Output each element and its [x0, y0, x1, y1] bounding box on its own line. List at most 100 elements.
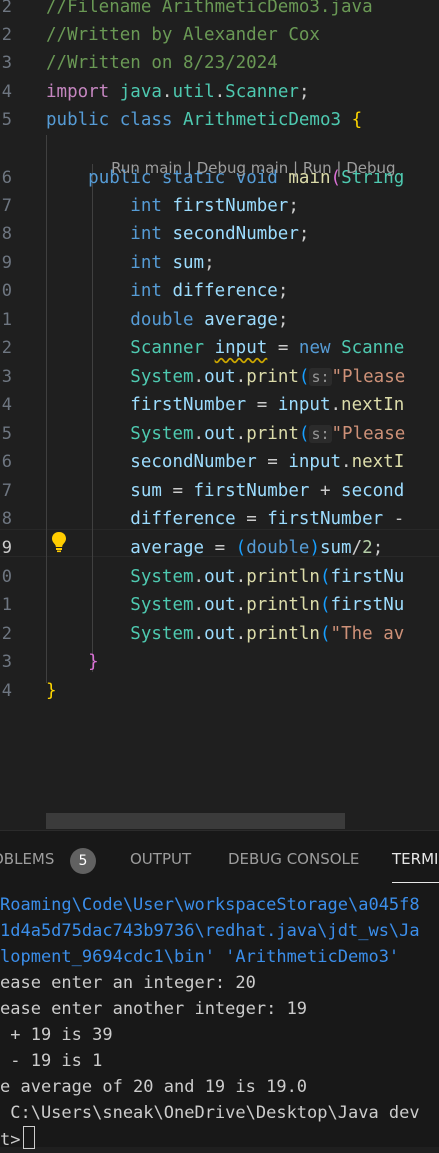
- code-token: .: [193, 624, 205, 644]
- active-tab-indicator: [392, 882, 439, 883]
- code-line[interactable]: 3 }: [0, 648, 439, 676]
- line-number: 0: [1, 281, 12, 301]
- code-token: "Please: [331, 367, 406, 387]
- code-line[interactable]: 1 System.out.println(firstNu: [0, 591, 439, 619]
- code-line[interactable]: 2 Scanner input = new Scanne: [0, 334, 439, 362]
- code-token: .: [235, 595, 247, 615]
- code-token: //Written by Alexander Cox: [46, 25, 320, 45]
- code-token: .: [193, 367, 205, 387]
- code-text: int secondNumber;: [46, 220, 309, 248]
- horizontal-scrollbar[interactable]: [46, 813, 345, 829]
- terminal-line: t>: [0, 1126, 36, 1152]
- code-text: double average;: [46, 306, 288, 334]
- lightbulb-icon[interactable]: [51, 531, 67, 553]
- code-token: sum: [319, 538, 352, 558]
- code-token: average: [130, 538, 205, 558]
- line-number: 3: [1, 367, 12, 387]
- codelens-run[interactable]: Run: [303, 159, 332, 177]
- code-line[interactable]: 7 sum = firstNumber + second: [0, 477, 439, 505]
- code-token: -: [383, 509, 405, 529]
- code-editor[interactable]: 2 //Filename ArithmeticDemo3.java 2 //Writt…: [0, 0, 439, 830]
- codelens-debug[interactable]: Debug: [346, 159, 395, 177]
- code-token: .: [193, 595, 205, 615]
- code-line[interactable]: 4}: [0, 677, 439, 705]
- code-token: (: [298, 424, 310, 444]
- code-text: //Written by Alexander Cox: [46, 21, 320, 49]
- code-line[interactable]: 0 System.out.println(firstNu: [0, 563, 439, 591]
- code-token: ;: [372, 538, 384, 558]
- terminal-line: + 19 is 39: [0, 1022, 112, 1048]
- terminal-line: C:\Users\sneak\OneDrive\Desktop\Java dev: [0, 1100, 420, 1126]
- line-number: 8: [1, 224, 12, 244]
- tab-problems[interactable]: OBLEMS: [0, 850, 54, 868]
- code-token: int: [130, 196, 162, 216]
- code-token: //Written on 8/23/2024: [46, 53, 278, 73]
- code-line[interactable]: 2 System.out.println("The av: [0, 620, 439, 648]
- code-line[interactable]: 4 firstNumber = input.nextIn: [0, 391, 439, 419]
- code-line[interactable]: 6 secondNumber = input.nextI: [0, 448, 439, 476]
- code-line[interactable]: 5 System.out.print(s: "Please: [0, 420, 439, 448]
- code-text: average = (double)sum/2;: [46, 534, 383, 562]
- code-line[interactable]: 3 //Written on 8/23/2024: [0, 49, 439, 77]
- code-line[interactable]: 2 //Written by Alexander Cox: [0, 21, 439, 49]
- code-token: =: [161, 481, 194, 501]
- terminal-line-text: C:\Users\sneak\OneDrive\Desktop\Java dev: [0, 1103, 420, 1123]
- codelens-debug-main[interactable]: Debug main: [197, 159, 289, 177]
- code-line[interactable]: 7 int firstNumber;: [0, 192, 439, 220]
- code-line[interactable]: 2 //Filename ArithmeticDemo3.java: [0, 0, 439, 21]
- code-token: =: [256, 452, 289, 472]
- code-line[interactable]: 8 difference = firstNumber -: [0, 505, 439, 533]
- code-token: sum: [172, 253, 205, 273]
- code-token: System: [130, 424, 194, 444]
- code-token: System: [130, 567, 194, 587]
- code-text: System.out.println(firstNu: [46, 591, 404, 619]
- terminal-line: lopment_9694cdc1\bin' 'ArithmeticDemo3': [0, 944, 399, 970]
- line-number: 5: [1, 424, 12, 444]
- code-token: util: [172, 82, 215, 102]
- code-text: difference = firstNumber -: [46, 505, 404, 533]
- code-token: firstNumber: [193, 481, 310, 501]
- tab-output[interactable]: OUTPUT: [130, 850, 191, 868]
- tab-terminal[interactable]: TERMI: [392, 850, 438, 868]
- code-line[interactable]: 4 import java.util.Scanner;: [0, 78, 439, 106]
- code-token: sum: [130, 481, 162, 501]
- code-token: .: [161, 82, 173, 102]
- code-token: .: [193, 567, 205, 587]
- tab-debug-console[interactable]: DEBUG CONSOLE: [228, 850, 359, 868]
- code-token: ;: [204, 253, 215, 273]
- code-token: difference: [130, 509, 236, 529]
- code-token: Scanne: [341, 338, 405, 358]
- line-number: 9: [1, 253, 12, 273]
- codelens-run-main[interactable]: Run main: [111, 159, 182, 177]
- terminal-line: Roaming\Code\User\workspaceStorage\a045f…: [0, 892, 420, 918]
- code-token: .: [235, 367, 247, 387]
- code-token: firstNumber: [172, 196, 289, 216]
- code-token: firstNumber: [267, 509, 384, 529]
- line-number: 8: [1, 509, 12, 529]
- code-line[interactable]: 0 int difference;: [0, 277, 439, 305]
- code-line[interactable]: 8 int secondNumber;: [0, 220, 439, 248]
- code-token: import: [46, 82, 110, 102]
- code-line[interactable]: 1 double average;: [0, 306, 439, 334]
- code-line[interactable]: 9 int sum;: [0, 249, 439, 277]
- terminal-line-text: Roaming\Code\User\workspaceStorage\a045f…: [0, 895, 420, 915]
- code-token: double: [246, 538, 310, 558]
- terminal-line: e average of 20 and 19 is 19.0: [0, 1074, 307, 1100]
- code-token: "Please: [331, 424, 406, 444]
- code-token: "The av: [330, 624, 405, 644]
- code-token: firstNu: [330, 567, 405, 587]
- code-line[interactable]: 5 public class ArithmeticDemo3 {: [0, 106, 439, 134]
- code-token: }: [46, 681, 57, 701]
- code-line[interactable]: 3 System.out.print(s: "Please: [0, 363, 439, 391]
- line-number: 6: [1, 168, 12, 188]
- problems-count-badge: 5: [70, 848, 96, 874]
- code-token: +: [309, 481, 342, 501]
